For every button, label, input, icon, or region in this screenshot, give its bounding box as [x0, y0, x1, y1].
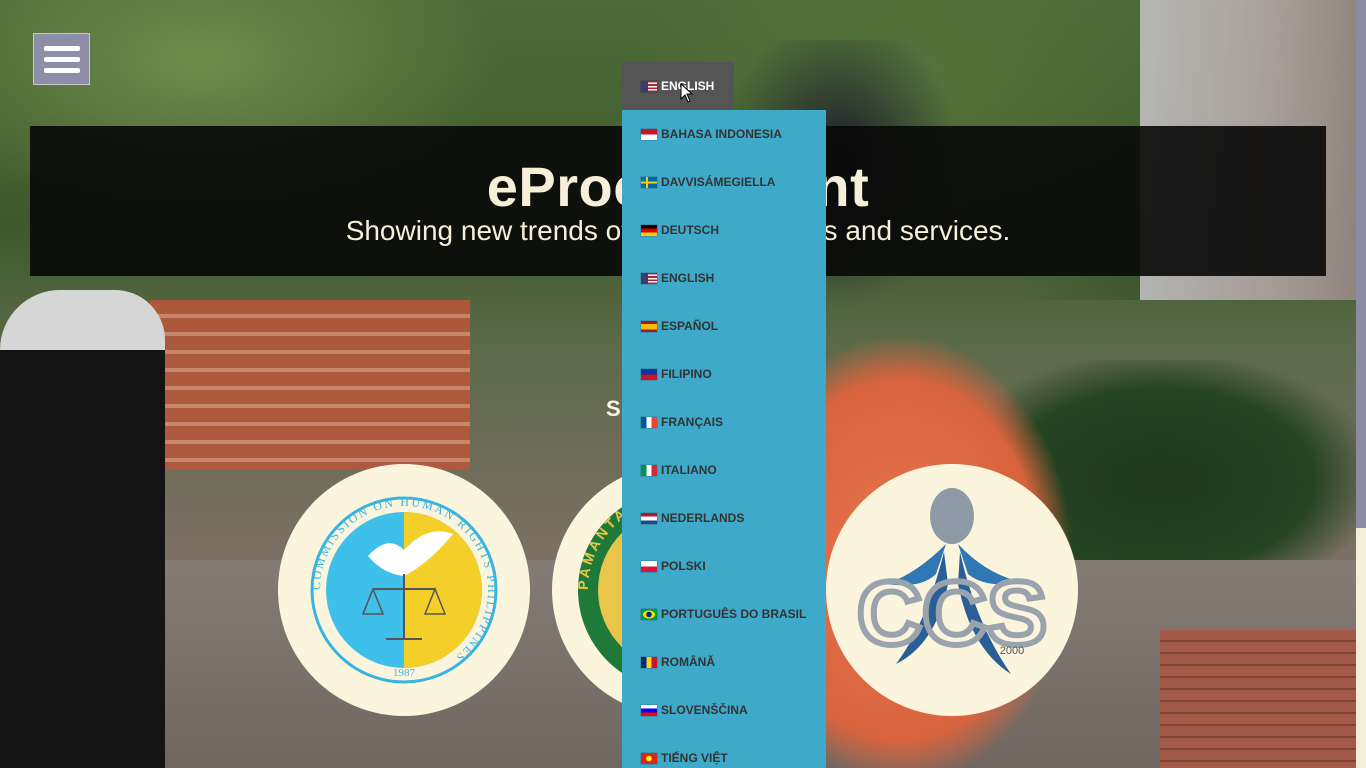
flag-vn-icon — [641, 752, 657, 764]
flag-de-icon — [641, 224, 657, 236]
language-option[interactable]: Tiếng Việt — [622, 734, 826, 768]
flag-es-icon — [641, 320, 657, 332]
language-option[interactable]: Română — [622, 638, 826, 686]
scrollbar-track — [1356, 528, 1366, 768]
language-option[interactable]: Polski — [622, 542, 826, 590]
flag-us-icon — [641, 80, 657, 92]
language-option[interactable]: Français — [622, 398, 826, 446]
flag-it-icon — [641, 464, 657, 476]
flag-nl-icon — [641, 512, 657, 524]
language-option[interactable]: Slovenščina — [622, 686, 826, 734]
language-option[interactable]: Español — [622, 302, 826, 350]
flag-se-icon — [641, 176, 657, 188]
logo-commission-human-rights: COMMISSION ON HUMAN RIGHTS PHILIPPINES 1… — [278, 464, 530, 716]
language-option[interactable]: Davvisámegiella — [622, 158, 826, 206]
language-option[interactable]: Bahasa Indonesia — [622, 110, 826, 158]
language-option[interactable]: English — [622, 254, 826, 302]
language-option[interactable]: Nederlands — [622, 494, 826, 542]
mouse-pointer-icon — [680, 83, 694, 103]
flag-ph-icon — [641, 368, 657, 380]
flag-fr-icon — [641, 416, 657, 428]
flag-ro-icon — [641, 656, 657, 668]
language-option[interactable]: Italiano — [622, 446, 826, 494]
flag-us-icon — [641, 272, 657, 284]
scrollbar[interactable] — [1356, 0, 1366, 528]
language-option[interactable]: Deutsch — [622, 206, 826, 254]
language-option[interactable]: Filipino — [622, 350, 826, 398]
menu-button[interactable] — [33, 33, 90, 85]
flag-si-icon — [641, 704, 657, 716]
flag-pl-icon — [641, 560, 657, 572]
hamburger-icon — [43, 45, 80, 51]
logo-ccs: CCS 2000 — [826, 464, 1078, 716]
svg-text:1987: 1987 — [393, 667, 416, 679]
flag-id-icon — [641, 128, 657, 140]
language-dropdown-menu: Bahasa Indonesia Davvisámegiella Deutsch… — [622, 110, 826, 768]
language-option[interactable]: Português do Brasil — [622, 590, 826, 638]
flag-br-icon — [641, 608, 657, 620]
language-selector-trigger[interactable]: English — [622, 62, 734, 110]
svg-text:2000: 2000 — [1000, 645, 1024, 657]
